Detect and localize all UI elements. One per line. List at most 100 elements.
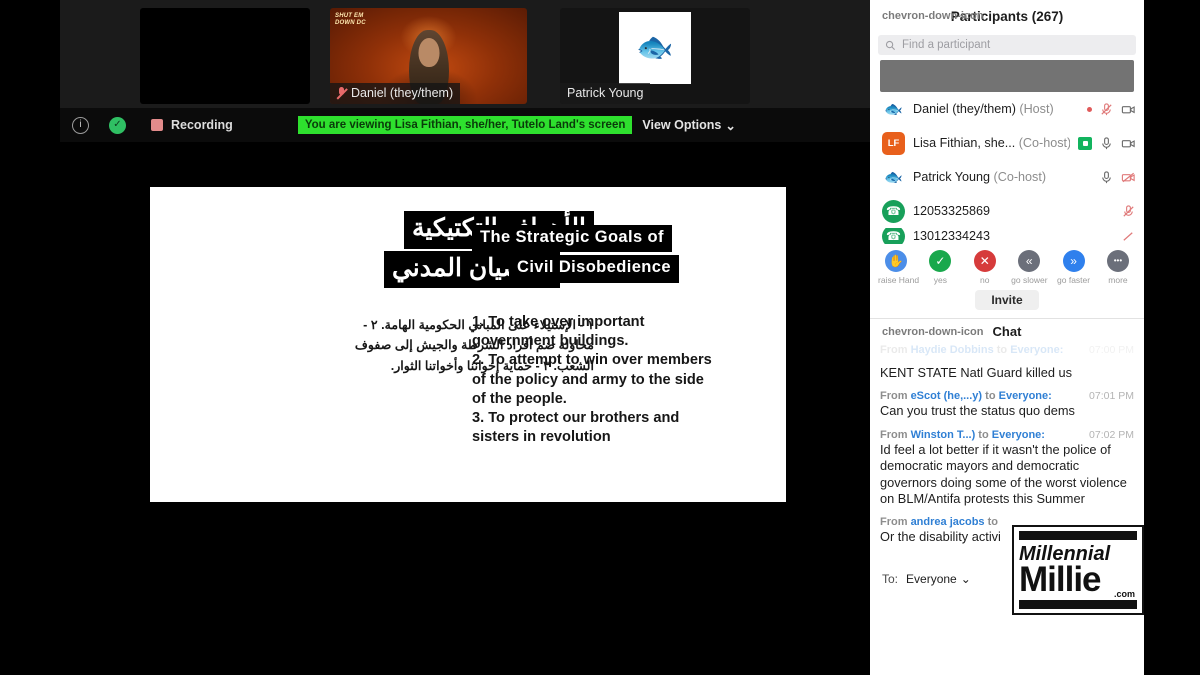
participant-name-phone-1: 12053325869 [913,204,991,218]
chat-sender-2[interactable]: eScot (he,...y) [911,390,983,402]
chat-message-2-meta: From eScot (he,...y) to Everyone: 07:01 … [880,390,1134,403]
participant-highlight-block [880,60,1134,92]
daniel-face [418,38,439,67]
chat-sender-3[interactable]: Winston T...) [911,429,976,441]
phone-avatar-icon: ☎ [882,228,905,244]
participant-icons-phone-2 [1121,229,1136,244]
rewind-icon: « [1018,250,1041,272]
invite-button[interactable]: Invite [975,290,1039,310]
reaction-no-label: no [980,275,990,285]
watermark-line3: .com [1113,588,1135,599]
video-tile-patrick[interactable]: 🐟 Patrick Young [560,8,750,104]
reaction-more-label: more [1108,275,1128,285]
participant-search-input[interactable]: Find a participant [878,35,1136,55]
chat-recipient-0: Everyone: [1010,344,1064,356]
participant-icons-patrick [1099,170,1136,185]
chat-collapse-icon[interactable]: chevron-down-icon [882,326,983,338]
reaction-yes-label: yes [933,275,947,285]
participant-icons-daniel [1087,102,1136,117]
watermark-bottom-bar: .com [1019,589,1137,609]
reaction-go-faster[interactable]: » go faster [1056,250,1092,285]
mic-on-icon[interactable] [1099,136,1114,151]
chat-to-label: To: [882,572,899,586]
participant-row-lisa[interactable]: LF Lisa Fithian, she... (Co-host) [870,126,1144,160]
mic-off-icon[interactable] [1121,229,1136,244]
video-tile-patrick-name: Patrick Young [567,86,644,100]
fast-forward-icon: » [1062,250,1085,272]
participant-role-lisa: (Co-host) [1018,136,1070,150]
video-tile-blank[interactable] [140,8,310,104]
slide-english-column: The Strategic Goals of Civil Disobedienc… [472,225,762,448]
reaction-go-faster-label: go faster [1057,275,1091,285]
view-options-label: View Options [642,118,722,132]
participant-row-daniel[interactable]: 🐟 Daniel (they/them) (Host) [870,92,1144,126]
presentation-slide: الأهداف التكتيكية للعصيان المدني ١ - الإ… [150,187,786,502]
chat-to-value[interactable]: Everyone ⌄ [906,572,971,586]
mic-off-icon[interactable] [1121,204,1136,219]
raise-hand-icon: ✋ [885,250,907,272]
shut-em-down-overlay: SHUT EM DOWN DC [335,13,366,26]
chat-message-3: From Winston T...) to Everyone: 07:02 PM… [880,429,1134,508]
video-tile-daniel-namebar: Daniel (they/them) [330,83,461,104]
chat-message-0-meta: From Haydie Dobbins to Everyone: 07:00 P… [880,344,1134,356]
chevron-down-icon: ⌄ [725,118,736,133]
video-off-icon[interactable] [1121,170,1136,185]
reaction-raise-hand-label: raise Hand [878,275,920,285]
reaction-more[interactable]: ••• more [1100,250,1136,285]
reaction-raise-hand[interactable]: ✋ raise Hand [878,250,920,285]
chat-text-2: Can you trust the status quo dems [880,403,1075,419]
chat-sender-0[interactable]: Haydie Dobbins [911,344,994,356]
invite-row: Invite [870,290,1144,310]
mic-on-icon[interactable] [1099,170,1114,185]
video-tile-daniel[interactable]: SHUT EM DOWN DC Daniel (they/them) [330,8,527,104]
video-on-icon[interactable] [1121,102,1136,117]
chat-message-0: From Haydie Dobbins to Everyone: 07:00 P… [880,344,1134,356]
participant-row-phone-2[interactable]: ☎ 13012334243 [870,228,1144,244]
chat-message-1: KENT STATE Natl Guard killed us [880,365,1134,381]
video-on-icon[interactable] [1121,136,1136,151]
cross-icon: ✕ [973,250,996,272]
reaction-no[interactable]: ✕ no [967,250,1003,285]
participant-row-phone-1[interactable]: ☎ 12053325869 [870,194,1144,228]
chat-sender-4[interactable]: andrea jacobs [911,516,985,528]
video-filmstrip: SHUT EM DOWN DC Daniel (they/them) 🐟 Pat… [60,0,870,108]
reaction-go-slower[interactable]: « go slower [1011,250,1048,285]
chevron-down-icon: ⌄ [960,572,971,586]
slide-english-title-line2: Civil Disobedience [509,255,679,283]
phone-avatar-icon: ☎ [882,199,905,223]
participant-name-lisa: Lisa Fithian, she... (Co-host) [913,136,1070,150]
right-black-margin [1144,0,1200,675]
meeting-control-bar: i ✓ Recording You are viewing Lisa Fithi… [60,108,870,142]
chat-recipient-2: Everyone: [998,390,1052,403]
slide-english-title-line1: The Strategic Goals of [472,225,672,253]
fish-avatar-icon: 🐟 [884,169,903,186]
mic-off-icon[interactable] [1099,102,1114,117]
participant-row-patrick[interactable]: 🐟 Patrick Young (Co-host) [870,160,1144,194]
recording-indicator-icon [151,119,163,131]
reaction-yes[interactable]: ✓ yes [922,250,958,285]
video-tile-daniel-name: Daniel (they/them) [351,86,454,100]
leader-dot-icon [1087,106,1092,112]
screen-share-icon[interactable] [1078,136,1092,150]
chat-text-1: KENT STATE Natl Guard killed us [880,365,1073,380]
viewing-screen-banner: You are viewing Lisa Fithian, she/her, T… [297,116,633,134]
watermark-millennial-millie: Millennial Millie .com [1012,525,1144,615]
shield-icon[interactable]: ✓ [109,116,126,134]
participants-collapse-icon[interactable]: chevron-down-icon [882,10,983,22]
slide-english-body: 1. To take over important government bui… [472,313,712,446]
reactions-bar: ✋ raise Hand ✓ yes ✕ no « go slower » go… [870,244,1144,285]
mic-off-icon [337,87,346,99]
fish-avatar-icon: 🐟 [619,12,691,84]
chat-time-3: 07:02 PM [1089,428,1134,441]
participants-header: chevron-down-icon Participants (267) [870,0,1144,33]
participant-icons-lisa [1078,136,1136,151]
search-icon [885,40,896,50]
participant-search-placeholder: Find a participant [902,39,991,51]
view-options-button[interactable]: View Options ⌄ [642,118,735,133]
info-icon[interactable]: i [72,116,89,134]
fish-avatar-icon: 🐟 [884,101,903,118]
participant-name-patrick: Patrick Young (Co-host) [913,170,1047,184]
chat-message-2: From eScot (he,...y) to Everyone: 07:01 … [880,390,1134,419]
chat-time-0: 07:00 PM [1089,344,1134,356]
participant-role-daniel: (Host) [1019,102,1054,116]
